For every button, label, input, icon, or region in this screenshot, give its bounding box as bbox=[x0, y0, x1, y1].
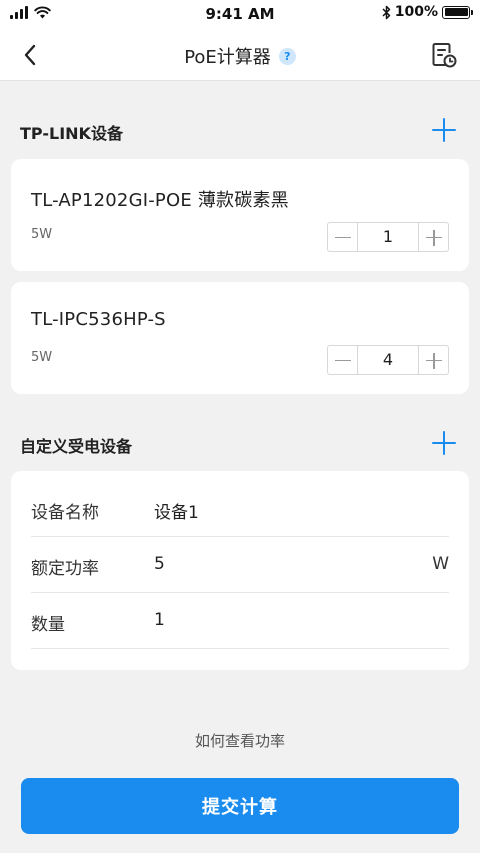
quantity-row: 数量 1 bbox=[31, 593, 449, 649]
bluetooth-icon bbox=[382, 5, 390, 19]
how-to-check-power-link[interactable]: 如何查看功率 bbox=[0, 730, 480, 751]
status-right: 100% bbox=[382, 4, 473, 20]
quantity-stepper: 1 bbox=[327, 222, 449, 252]
history-record-icon bbox=[432, 43, 457, 68]
help-icon[interactable]: ? bbox=[278, 47, 296, 65]
quantity-value[interactable]: 1 bbox=[358, 223, 418, 251]
quantity-field[interactable]: 1 bbox=[154, 610, 165, 630]
quantity-label: 数量 bbox=[31, 615, 65, 635]
quantity-value[interactable]: 4 bbox=[358, 346, 418, 374]
battery-percentage: 100% bbox=[394, 4, 438, 20]
rated-power-label: 额定功率 bbox=[31, 559, 99, 579]
custom-section-header: 自定义受电设备 bbox=[0, 423, 480, 463]
increment-button[interactable] bbox=[418, 223, 448, 251]
device-power: 5W bbox=[31, 350, 53, 365]
device-card: TL-AP1202GI-POE 薄款碳素黑 5W 1 bbox=[11, 159, 469, 271]
nav-bar: PoE计算器 ? bbox=[0, 30, 480, 81]
nav-title-group: PoE计算器 ? bbox=[0, 43, 480, 69]
add-custom-device-button[interactable] bbox=[430, 429, 458, 457]
device-name-row: 设备名称 设备1 bbox=[31, 481, 449, 537]
add-tplink-device-button[interactable] bbox=[430, 116, 458, 144]
rated-power-row: 额定功率 5 W bbox=[31, 537, 449, 593]
decrement-button[interactable] bbox=[328, 346, 358, 374]
submit-calculation-button[interactable]: 提交计算 bbox=[21, 778, 459, 834]
tplink-section-header: TP-LINK设备 bbox=[0, 110, 480, 150]
rated-power-field[interactable]: 5 bbox=[154, 554, 165, 574]
device-power: 5W bbox=[31, 227, 53, 242]
decrement-button[interactable] bbox=[328, 223, 358, 251]
device-card: TL-IPC536HP-S 5W 4 bbox=[11, 282, 469, 394]
section-title-custom: 自定义受电设备 bbox=[20, 437, 133, 456]
power-unit: W bbox=[432, 554, 449, 574]
section-title-tplink: TP-LINK设备 bbox=[20, 124, 123, 143]
status-bar: 9:41 AM 100% bbox=[0, 0, 480, 30]
device-name-label: 设备名称 bbox=[31, 503, 99, 523]
increment-button[interactable] bbox=[418, 346, 448, 374]
page-title: PoE计算器 bbox=[184, 47, 271, 68]
device-name: TL-AP1202GI-POE 薄款碳素黑 bbox=[31, 190, 289, 211]
device-name: TL-IPC536HP-S bbox=[31, 309, 166, 330]
custom-device-card: 设备名称 设备1 额定功率 5 W 数量 1 bbox=[11, 471, 469, 670]
battery-icon bbox=[442, 5, 473, 19]
device-name-field[interactable]: 设备1 bbox=[154, 498, 199, 523]
quantity-stepper: 4 bbox=[327, 345, 449, 375]
history-button[interactable] bbox=[428, 39, 460, 71]
